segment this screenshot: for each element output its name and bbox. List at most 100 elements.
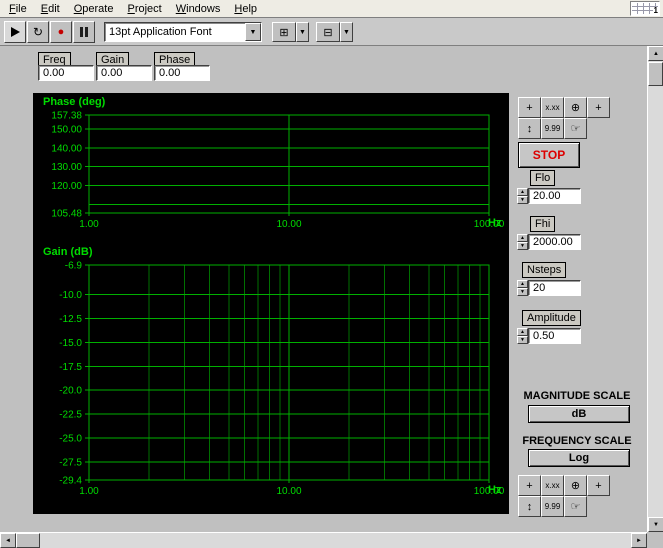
gain-indicator: 0.00 <box>96 65 152 81</box>
svg-text:-17.5: -17.5 <box>59 362 82 373</box>
amplitude-input[interactable]: 0.50 <box>528 328 581 344</box>
zoom-in-button[interactable]: + <box>587 97 610 118</box>
vertical-scrollbar-thumb[interactable] <box>648 62 663 86</box>
align-objects-icon: ⊞ <box>272 22 296 42</box>
palette-row: ↕ 9.99 ☞ <box>518 496 614 517</box>
scrollbar-corner <box>647 532 663 548</box>
flo-control: ▲ ▼ 20.00 <box>517 188 581 204</box>
y-scale-format-button[interactable]: 9.99 <box>541 496 564 517</box>
increment-button[interactable]: ▲ <box>517 234 528 242</box>
nsteps-control: ▲ ▼ 20 <box>517 280 581 296</box>
cursor-tool-button[interactable]: + <box>518 475 541 496</box>
abort-icon: ● <box>57 25 65 38</box>
gain-chart-title: Gain (dB) <box>43 246 93 258</box>
menu-project[interactable]: Project <box>120 1 168 16</box>
menu-help[interactable]: Help <box>227 1 264 16</box>
distribute-objects-dropdown[interactable]: ⊟ ▼ <box>316 22 353 42</box>
pause-button[interactable] <box>73 21 95 43</box>
zoom-in-button[interactable]: + <box>587 475 610 496</box>
autoscale-y-button[interactable]: ↕ <box>518 118 541 139</box>
frequency-scale-label: FREQUENCY SCALE <box>522 435 632 447</box>
stop-button[interactable]: STOP <box>518 142 580 168</box>
autoscale-y-button[interactable]: ↕ <box>518 496 541 517</box>
spinner: ▲ ▼ <box>517 188 528 204</box>
fhi-input[interactable]: 2000.00 <box>528 234 581 250</box>
chevron-down-icon[interactable]: ▼ <box>245 23 261 41</box>
chevron-down-icon[interactable]: ▼ <box>340 22 353 42</box>
distribute-objects-icon: ⊟ <box>316 22 340 42</box>
run-button[interactable] <box>4 21 26 43</box>
nsteps-label: Nsteps <box>522 262 567 278</box>
horizontal-scrollbar[interactable]: ◄ ► <box>0 532 647 548</box>
increment-button[interactable]: ▲ <box>517 188 528 196</box>
fhi-control: ▲ ▼ 2000.00 <box>517 234 581 250</box>
decrement-button[interactable]: ▼ <box>517 196 528 204</box>
svg-text:1.00: 1.00 <box>79 486 99 497</box>
zoom-tool-button[interactable]: ⊕ <box>564 97 587 118</box>
pan-tool-button[interactable]: ☞ <box>564 496 587 517</box>
graph-palette-top: + x.xx ⊕ + ↕ 9.99 ☞ <box>518 97 614 139</box>
run-continuous-icon: ↻ <box>32 25 44 39</box>
frequency-scale-ring[interactable]: Log <box>528 449 630 467</box>
flo-input[interactable]: 20.00 <box>528 188 581 204</box>
decrement-button[interactable]: ▼ <box>517 288 528 296</box>
svg-text:10.00: 10.00 <box>276 219 301 230</box>
scroll-down-button[interactable]: ▼ <box>648 517 663 532</box>
vi-icon[interactable]: 1 <box>630 1 660 16</box>
increment-button[interactable]: ▲ <box>517 280 528 288</box>
svg-text:140.00: 140.00 <box>51 143 82 154</box>
pan-tool-button[interactable]: ☞ <box>564 118 587 139</box>
x-scale-format-button[interactable]: x.xx <box>541 475 564 496</box>
spinner: ▲ ▼ <box>517 234 528 250</box>
svg-text:-25.0: -25.0 <box>59 433 82 444</box>
scroll-right-button[interactable]: ► <box>631 533 647 548</box>
graph-palette-bottom: + x.xx ⊕ + ↕ 9.99 ☞ <box>518 475 614 517</box>
scroll-up-button[interactable]: ▲ <box>648 46 663 61</box>
phase-chart-title: Phase (deg) <box>43 96 106 108</box>
svg-text:-10.0: -10.0 <box>59 290 82 301</box>
amplitude-control: ▲ ▼ 0.50 <box>517 328 581 344</box>
align-objects-dropdown[interactable]: ⊞ ▼ <box>272 22 309 42</box>
svg-text:150.00: 150.00 <box>51 124 82 135</box>
svg-text:1.00: 1.00 <box>79 219 99 230</box>
decrement-button[interactable]: ▼ <box>517 242 528 250</box>
menu-operate[interactable]: Operate <box>67 1 121 16</box>
spinner: ▲ ▼ <box>517 328 528 344</box>
menu-edit[interactable]: Edit <box>34 1 67 16</box>
svg-text:10.00: 10.00 <box>276 486 301 497</box>
magnitude-scale-ring[interactable]: dB <box>528 405 630 423</box>
run-continuous-button[interactable]: ↻ <box>27 21 49 43</box>
svg-text:-27.5: -27.5 <box>59 457 82 468</box>
x-scale-format-button[interactable]: x.xx <box>541 97 564 118</box>
nsteps-input[interactable]: 20 <box>528 280 581 296</box>
scroll-left-button[interactable]: ◄ <box>0 533 16 548</box>
menu-bar: File Edit Operate Project Windows Help 1 <box>0 0 663 18</box>
zoom-tool-button[interactable]: ⊕ <box>564 475 587 496</box>
font-selector[interactable]: 13pt Application Font ▼ <box>104 22 262 42</box>
gain-chart: -6.9 -10.0 -12.5 -15.0 -17.5 -20.0 -22.5 -25.0 -… <box>33 243 509 514</box>
svg-text:120.00: 120.00 <box>51 181 82 192</box>
gain-x-unit: Hz <box>488 484 502 496</box>
svg-text:105.48: 105.48 <box>51 209 82 220</box>
phase-chart-grid: 157.38 150.00 140.00 130.00 120.00 105.481.00… <box>51 111 504 231</box>
toolbar: ↻ ● 13pt Application Font ▼ ⊞ ▼ ⊟ ▼ <box>0 18 663 46</box>
chevron-down-icon[interactable]: ▼ <box>296 22 309 42</box>
cursor-tool-button[interactable]: + <box>518 97 541 118</box>
y-scale-format-button[interactable]: 9.99 <box>541 118 564 139</box>
freq-indicator: 0.00 <box>38 65 94 81</box>
increment-button[interactable]: ▲ <box>517 328 528 336</box>
menu-file[interactable]: File <box>2 1 34 16</box>
fhi-label: Fhi <box>530 216 556 232</box>
menu-windows[interactable]: Windows <box>169 1 228 16</box>
spinner: ▲ ▼ <box>517 280 528 296</box>
palette-row: ↕ 9.99 ☞ <box>518 118 614 139</box>
horizontal-scrollbar-thumb[interactable] <box>16 533 40 548</box>
run-icon <box>10 27 20 37</box>
amplitude-label: Amplitude <box>522 310 581 326</box>
abort-button[interactable]: ● <box>50 21 72 43</box>
phase-chart: 157.38 150.00 140.00 130.00 120.00 105.48 1.00… <box>33 93 509 243</box>
magnitude-scale-label: MAGNITUDE SCALE <box>523 390 631 402</box>
svg-text:157.38: 157.38 <box>51 111 82 122</box>
vertical-scrollbar[interactable]: ▲ ▼ <box>647 46 663 532</box>
decrement-button[interactable]: ▼ <box>517 336 528 344</box>
